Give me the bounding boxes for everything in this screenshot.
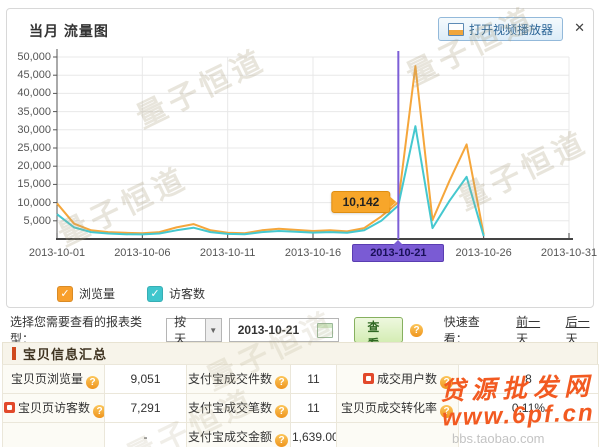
y-axis-label: 15,000 (7, 178, 51, 190)
calendar-icon[interactable] (317, 323, 333, 338)
help-icon[interactable]: ? (275, 405, 288, 418)
x-axis-label: 2013-10-16 (271, 247, 355, 259)
view-button[interactable]: 查看 (354, 317, 403, 343)
metric-label: 宝贝页访客数 (18, 401, 90, 415)
summary-section-header: 宝贝信息汇总 (2, 342, 598, 365)
x-axis-label: 2013-10-11 (186, 247, 270, 259)
metric-label-cell (3, 423, 105, 447)
video-player-icon (448, 23, 464, 36)
y-axis-label: 35,000 (7, 106, 51, 118)
metric-label: 支付宝成交笔数 (188, 401, 272, 415)
metric-value-cell (459, 423, 599, 447)
help-icon[interactable]: ? (93, 405, 104, 418)
x-axis-label: 2013-10-31 (527, 247, 600, 259)
metric-value-cell: 7,291 (105, 394, 187, 423)
metric-label: 支付宝成交金额 (188, 430, 272, 444)
open-video-player-button[interactable]: 打开视频播放器 (438, 17, 563, 41)
metric-label-cell: 支付宝成交件数? (187, 365, 291, 394)
y-axis-label: 50,000 (7, 51, 51, 63)
summary-title: 宝贝信息汇总 (23, 344, 107, 363)
data-tooltip: 10,142 (332, 191, 391, 213)
table-row: 宝贝页浏览量? 9,051 支付宝成交件数? 11 成交用户数? 8 (3, 365, 599, 394)
metric-label-cell: 支付宝成交金额? (187, 423, 291, 447)
video-button-label: 打开视频播放器 (469, 21, 553, 38)
chart-title: 流量图 (64, 23, 109, 39)
metric-label-cell: 宝贝页浏览量? (3, 365, 105, 394)
date-value: 2013-10-21 (238, 323, 299, 337)
y-axis-label: 45,000 (7, 69, 51, 81)
metric-label-cell: 支付宝成交笔数? (187, 394, 291, 423)
metric-label: 宝贝页成交转化率 (341, 401, 437, 415)
period-label: 当月 (29, 23, 59, 39)
selected-date-label[interactable]: 2013-10-21 (352, 244, 444, 262)
y-axis-label: 30,000 (7, 124, 51, 136)
metric-label-cell (337, 423, 459, 447)
report-type-select[interactable]: 按天 ▼ (166, 318, 222, 342)
x-axis-label: 2013-10-26 (442, 247, 526, 259)
video-icon[interactable] (4, 402, 15, 413)
y-axis-label: 40,000 (7, 87, 51, 99)
metric-label-cell: 成交用户数? (337, 365, 459, 394)
metric-value-cell: 11 (291, 394, 337, 423)
x-axis-label: 2013-10-01 (15, 247, 99, 259)
chevron-down-icon[interactable]: ▼ (205, 319, 221, 341)
help-icon[interactable]: ? (275, 376, 288, 389)
legend-label-visitors: 访客数 (169, 285, 205, 302)
metric-value-cell: 8 (459, 365, 599, 394)
checkbox-checked-icon[interactable]: ✓ (57, 286, 73, 302)
metric-value-cell: 9,051 (105, 365, 187, 394)
help-icon[interactable]: ? (440, 405, 453, 418)
metric-value-cell: - (105, 423, 187, 447)
metric-label: 支付宝成交件数 (188, 372, 272, 386)
metric-value-cell: 0.11% (459, 394, 599, 423)
legend-label-pageviews: 浏览量 (79, 285, 115, 302)
help-icon[interactable]: ? (275, 434, 288, 447)
metric-label-cell: 宝贝页访客数? (3, 394, 105, 423)
metric-value-cell: 1,639.00 (291, 423, 337, 447)
traffic-line-chart: 5,000 10,000 15,000 20,000 25,000 30,000 35,00… (7, 43, 591, 283)
series-line (57, 126, 484, 236)
traffic-chart-panel: 当月 流量图 打开视频播放器 ✕ 5,000 10,000 15,000 20,000… (6, 8, 594, 308)
legend-item-pageviews[interactable]: ✓ 浏览量 (57, 285, 115, 302)
metric-label-cell: 宝贝页成交转化率? (337, 394, 459, 423)
table-row: - 支付宝成交金额? 1,639.00 (3, 423, 599, 447)
section-marker (12, 347, 16, 360)
metric-label: 成交用户数 (377, 372, 437, 386)
y-axis-label: 10,000 (7, 197, 51, 209)
legend-item-visitors[interactable]: ✓ 访客数 (147, 285, 205, 302)
help-icon[interactable]: ? (440, 376, 453, 389)
help-icon[interactable]: ? (410, 324, 422, 337)
y-axis-label: 20,000 (7, 160, 51, 172)
y-axis-label: 5,000 (7, 215, 51, 227)
date-input[interactable]: 2013-10-21 (229, 318, 340, 342)
y-axis-label: 25,000 (7, 142, 51, 154)
metric-value-cell: 11 (291, 365, 337, 394)
item-summary-table: 宝贝页浏览量? 9,051 支付宝成交件数? 11 成交用户数? 8 宝贝页访客… (2, 364, 599, 447)
chart-legend: ✓ 浏览量 ✓ 访客数 (57, 285, 205, 302)
metric-label: 宝贝页浏览量 (11, 372, 83, 386)
close-icon[interactable]: ✕ (574, 20, 585, 36)
table-row: 宝贝页访客数? 7,291 支付宝成交笔数? 11 宝贝页成交转化率? 0.11… (3, 394, 599, 423)
help-icon[interactable]: ? (86, 376, 99, 389)
page-title: 当月 流量图 (29, 21, 109, 41)
video-icon[interactable] (363, 373, 374, 384)
analytics-page: 当月 流量图 打开视频播放器 ✕ 5,000 10,000 15,000 20,000… (0, 0, 600, 447)
x-axis-label: 2013-10-06 (100, 247, 184, 259)
checkbox-checked-icon[interactable]: ✓ (147, 286, 163, 302)
